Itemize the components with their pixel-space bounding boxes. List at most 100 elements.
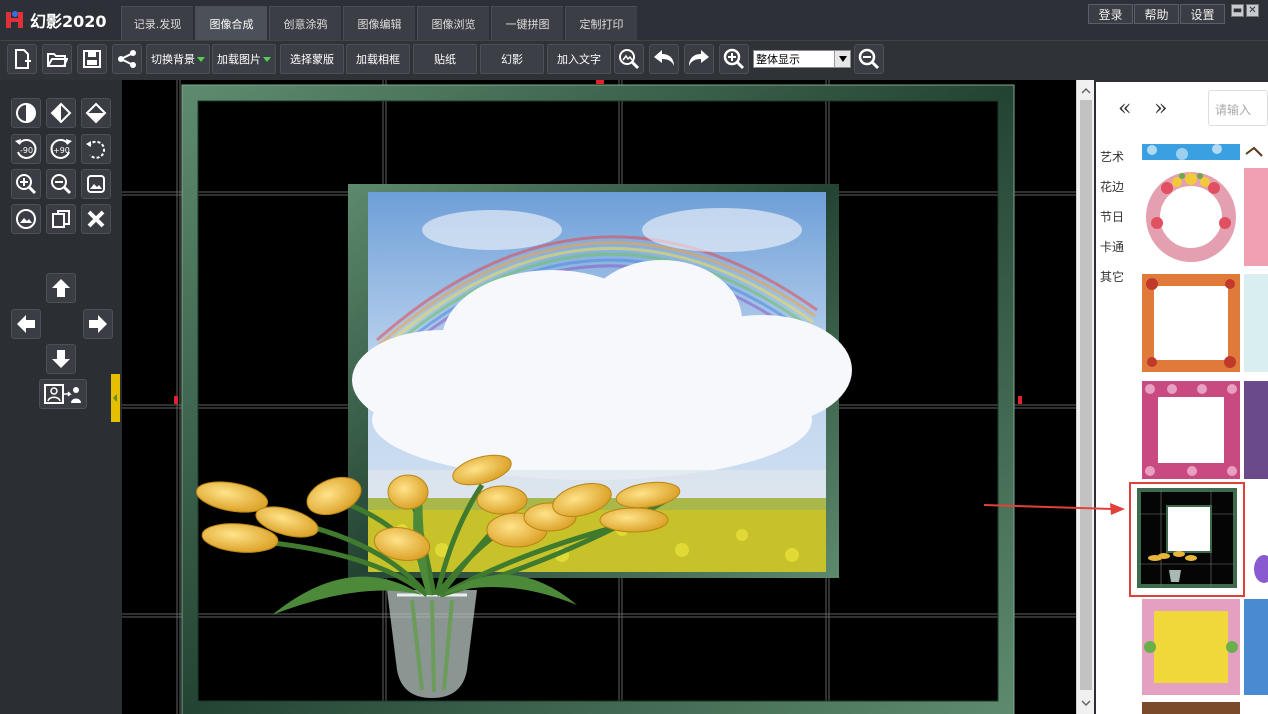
chevron-down-icon <box>834 51 850 67</box>
tab-custom-print[interactable]: 定制打印 <box>565 6 637 40</box>
new-file-button[interactable] <box>7 44 37 74</box>
frame-thumbnail[interactable] <box>1244 144 1268 160</box>
zoom-in-icon <box>723 48 745 70</box>
original-size-button[interactable] <box>11 204 41 234</box>
tab-record[interactable]: 记录.发现 <box>121 6 193 40</box>
zoom-out-button[interactable] <box>854 44 884 74</box>
zoom-out-image-button[interactable] <box>46 169 76 199</box>
category-holiday[interactable]: 节日 <box>1100 208 1124 225</box>
frame-thumbnail[interactable] <box>1142 702 1240 714</box>
load-image-button[interactable]: 加载图片 <box>212 44 276 74</box>
open-folder-button[interactable] <box>42 44 72 74</box>
share-button[interactable] <box>112 44 142 74</box>
load-image-label: 加载图片 <box>217 53 261 66</box>
delete-layer-button[interactable] <box>81 204 111 234</box>
annotation-arrow <box>983 503 1125 515</box>
free-rotate-icon <box>86 140 106 159</box>
contrast-button[interactable] <box>11 98 41 128</box>
scrollbar-thumb[interactable] <box>1080 100 1092 690</box>
swap-layer-button[interactable] <box>39 379 87 409</box>
contrast-icon <box>16 103 36 123</box>
rotate-right-90-button[interactable]: +90 <box>46 134 76 164</box>
tab-doodle[interactable]: 创意涂鸦 <box>269 6 341 40</box>
category-art[interactable]: 艺术 <box>1100 148 1124 165</box>
rotate-minus-label: -90 <box>20 146 33 155</box>
flip-vertical-icon <box>85 102 107 124</box>
arrow-down-icon <box>52 350 70 368</box>
folder-open-icon <box>47 53 68 67</box>
rotate-left-90-button[interactable]: -90 <box>11 134 41 164</box>
redo-button[interactable] <box>684 44 714 74</box>
flip-horizontal-button[interactable] <box>46 98 76 128</box>
next-page-button[interactable]: » <box>1154 96 1167 121</box>
save-icon <box>83 50 101 68</box>
category-lace[interactable]: 花边 <box>1100 178 1124 195</box>
tab-image-browse[interactable]: 图像浏览 <box>417 6 489 40</box>
flip-horizontal-icon <box>50 102 72 124</box>
settings-button[interactable]: 设置 <box>1180 4 1225 24</box>
close-window-button[interactable]: ✕ <box>1246 4 1259 17</box>
chevron-up-icon <box>1081 87 1091 94</box>
zoom-in-image-button[interactable] <box>11 169 41 199</box>
tab-one-click-collage[interactable]: 一键拼图 <box>491 6 563 40</box>
rotate-plus-label: +90 <box>53 146 70 155</box>
canvas-vertical-scrollbar[interactable] <box>1076 80 1094 714</box>
move-right-button[interactable] <box>83 309 113 339</box>
composition-preview <box>122 80 1076 714</box>
frame-thumbnail[interactable] <box>1244 274 1268 372</box>
frame-thumbnail[interactable] <box>1142 381 1240 479</box>
frame-thumbnail[interactable] <box>1142 599 1240 695</box>
glass-vase <box>387 590 477 698</box>
fit-image-button[interactable] <box>81 169 111 199</box>
phantom-button[interactable]: 幻影 <box>480 44 544 74</box>
move-up-button[interactable] <box>46 273 76 303</box>
copy-icon <box>52 210 70 228</box>
rotate-left-icon: -90 <box>15 139 37 159</box>
category-cartoon[interactable]: 卡通 <box>1100 238 1124 255</box>
zoom-select[interactable]: 整体显示 <box>753 50 851 68</box>
sticker-button[interactable]: 贴纸 <box>413 44 477 74</box>
frame-thumbnail[interactable] <box>1244 168 1268 266</box>
switch-background-button[interactable]: 切换背景 <box>146 44 210 74</box>
tab-image-edit[interactable]: 图像编辑 <box>343 6 415 40</box>
copy-layer-button[interactable] <box>46 204 76 234</box>
image-icon <box>87 175 105 193</box>
frame-thumbnail[interactable] <box>1244 381 1268 479</box>
move-down-button[interactable] <box>46 344 76 374</box>
add-text-button[interactable]: 加入文字 <box>547 44 611 74</box>
frame-thumbnail[interactable] <box>1142 274 1240 372</box>
free-rotate-button[interactable] <box>81 134 111 164</box>
share-icon <box>118 50 136 68</box>
panel-collapse-handle[interactable] <box>111 374 120 422</box>
image-search-button[interactable] <box>614 44 644 74</box>
new-file-icon <box>15 49 31 69</box>
switch-background-label: 切换背景 <box>151 53 195 66</box>
select-mask-button[interactable]: 选择蒙版 <box>280 44 344 74</box>
logo-icon <box>6 11 23 28</box>
zoom-in-button[interactable] <box>719 44 749 74</box>
frame-thumbnail[interactable] <box>1248 484 1268 595</box>
prev-page-button[interactable]: « <box>1118 96 1131 121</box>
login-button[interactable]: 登录 <box>1088 4 1133 24</box>
frame-thumbnail[interactable] <box>1142 144 1240 160</box>
undo-icon <box>654 50 674 66</box>
zoom-out-icon <box>858 48 880 70</box>
minimize-button[interactable]: ▬ <box>1231 4 1244 17</box>
arrow-up-icon <box>52 279 70 297</box>
move-left-button[interactable] <box>11 309 41 339</box>
editing-canvas[interactable] <box>122 80 1076 714</box>
dropdown-triangle-icon <box>197 56 205 62</box>
frame-thumbnail[interactable] <box>1142 168 1240 266</box>
frame-thumbnail-selected[interactable] <box>1129 482 1245 597</box>
flip-vertical-button[interactable] <box>81 98 111 128</box>
save-button[interactable] <box>77 44 107 74</box>
gallery-search-input[interactable]: 请输入 <box>1208 90 1268 126</box>
undo-button[interactable] <box>649 44 679 74</box>
load-frame-button[interactable]: 加载相框 <box>346 44 410 74</box>
tab-image-compose[interactable]: 图像合成 <box>195 6 267 40</box>
frame-thumbnail[interactable] <box>1244 599 1268 695</box>
app-logo: 幻影2020 <box>4 8 107 32</box>
category-other[interactable]: 其它 <box>1100 268 1124 285</box>
help-button[interactable]: 帮助 <box>1134 4 1179 24</box>
dropdown-triangle-icon <box>263 56 271 62</box>
